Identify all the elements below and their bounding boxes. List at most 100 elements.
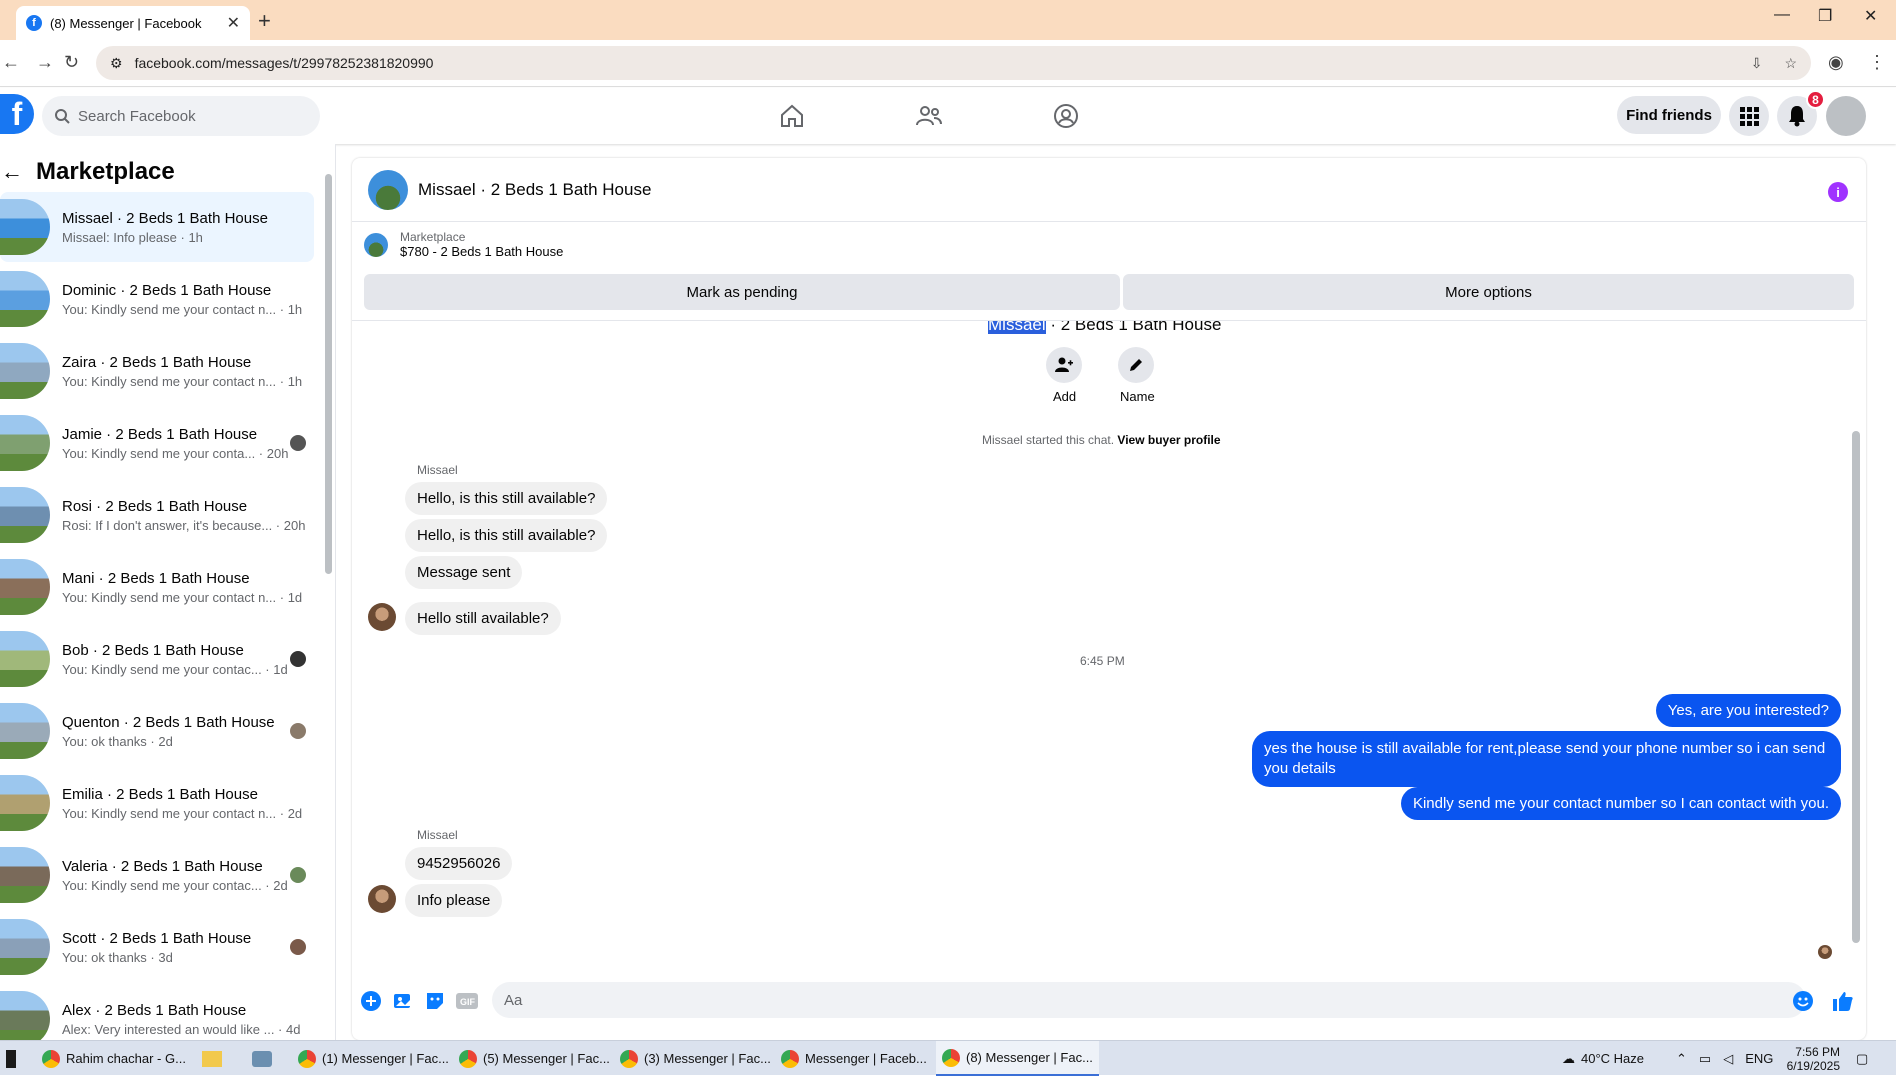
notification-count-badge: 8 bbox=[1806, 90, 1825, 109]
start-icon[interactable] bbox=[0, 1041, 22, 1076]
outgoing-message[interactable]: yes the house is still available for ren… bbox=[1252, 731, 1841, 787]
sidebar-scrollbar[interactable] bbox=[325, 174, 332, 574]
conversation-item[interactable]: Scott · 2 Beds 1 Bath House You: ok thank… bbox=[0, 912, 314, 982]
outgoing-message[interactable]: Kindly send me your contact number so I … bbox=[1400, 787, 1841, 820]
menu-grid-icon[interactable] bbox=[1729, 96, 1769, 136]
find-friends-button[interactable]: Find friends bbox=[1617, 96, 1721, 134]
conversation-name: Rosi · 2 Beds 1 Bath House bbox=[62, 497, 248, 515]
tab-title: (8) Messenger | Facebook bbox=[50, 15, 202, 31]
conversation-item[interactable]: Quenton · 2 Beds 1 Bath House You: ok tha… bbox=[0, 696, 314, 766]
system-tray: ⌃ ▭ ◁ ENG bbox=[1676, 1041, 1773, 1076]
conversation-preview: You: Kindly send me your contac... · 1d bbox=[62, 661, 288, 677]
facebook-logo[interactable]: f bbox=[0, 94, 34, 134]
home-icon[interactable] bbox=[776, 100, 808, 132]
gif-icon[interactable]: GIF bbox=[456, 990, 478, 1012]
omnibox[interactable]: ⚙ facebook.com/messages/t/29978252381820… bbox=[96, 46, 1811, 80]
chat-avatar[interactable] bbox=[368, 169, 408, 210]
conversation-item[interactable]: Dominic · 2 Beds 1 Bath House You: Kindly… bbox=[0, 264, 314, 334]
reload-icon[interactable]: ↻ bbox=[64, 52, 79, 73]
profile-icon[interactable]: ◉ bbox=[1828, 52, 1844, 73]
add-person-icon[interactable] bbox=[1046, 347, 1082, 383]
listing-thumbnail bbox=[0, 991, 50, 1040]
incoming-message[interactable]: Message sent bbox=[405, 556, 523, 589]
outgoing-message[interactable]: Yes, are you interested? bbox=[1655, 694, 1841, 727]
more-options-button[interactable]: More options bbox=[1123, 274, 1854, 310]
incoming-message[interactable]: 9452956026 bbox=[405, 847, 513, 880]
conversation-item[interactable]: Zaira · 2 Beds 1 Bath House You: Kindly s… bbox=[0, 336, 314, 406]
conversation-name: Scott · 2 Beds 1 Bath House bbox=[62, 929, 252, 947]
sticker-icon[interactable] bbox=[424, 990, 446, 1012]
conversation-item[interactable]: Rosi · 2 Beds 1 Bath House Rosi: If I don… bbox=[0, 480, 314, 550]
taskbar-item-label: Rahim chachar - G... bbox=[66, 1051, 186, 1066]
taskbar-item[interactable]: Rahim chachar - G... bbox=[36, 1041, 192, 1076]
view-buyer-profile-link[interactable]: View buyer profile bbox=[1117, 433, 1220, 447]
chrome-icon bbox=[298, 1049, 316, 1068]
browser-tab-active[interactable]: f (8) Messenger | Facebook ✕ bbox=[16, 6, 250, 40]
sender-avatar[interactable] bbox=[368, 885, 396, 913]
taskbar-item[interactable]: (5) Messenger | Fac... bbox=[453, 1041, 616, 1076]
plus-actions-icon[interactable] bbox=[360, 990, 382, 1012]
attach-photo-icon[interactable] bbox=[392, 990, 414, 1012]
network-icon[interactable]: ▭ bbox=[1699, 1051, 1711, 1067]
conversation-info-icon[interactable]: i bbox=[1828, 182, 1848, 202]
conversation-item[interactable]: Alex · 2 Beds 1 Bath House Alex: Very int… bbox=[0, 984, 314, 1040]
sender-avatar[interactable] bbox=[368, 603, 396, 631]
tray-chevron-icon[interactable]: ⌃ bbox=[1676, 1051, 1687, 1067]
chrome-menu-icon[interactable]: ⋮ bbox=[1868, 52, 1886, 73]
volume-icon[interactable]: ◁ bbox=[1723, 1051, 1733, 1067]
conversation-item[interactable]: Bob · 2 Beds 1 Bath House You: Kindly sen… bbox=[0, 624, 314, 694]
window-close-icon[interactable]: ✕ bbox=[1864, 6, 1877, 26]
clock[interactable]: 7:56 PM 6/19/2025 bbox=[1780, 1041, 1840, 1076]
conversation-name: Quenton · 2 Beds 1 Bath House bbox=[62, 713, 275, 731]
incoming-message[interactable]: Hello still available? bbox=[405, 602, 561, 635]
taskbar-item-active[interactable]: (8) Messenger | Fac... bbox=[936, 1041, 1099, 1076]
minimize-icon[interactable]: — bbox=[1774, 6, 1790, 24]
account-avatar[interactable] bbox=[1826, 96, 1866, 136]
edit-name-icon[interactable] bbox=[1118, 347, 1154, 383]
thread-top-title: Missael · 2 Beds 1 Bath House bbox=[988, 321, 1221, 335]
incoming-message[interactable]: Hello, is this still available? bbox=[405, 482, 608, 515]
taskbar-item[interactable]: (3) Messenger | Fac... bbox=[614, 1041, 777, 1076]
taskbar-item-label: (8) Messenger | Fac... bbox=[966, 1050, 1093, 1065]
incoming-message[interactable]: Info please bbox=[405, 884, 503, 917]
weather-widget[interactable]: ☁ 40°C Haze bbox=[1562, 1041, 1644, 1076]
back-arrow-icon[interactable]: ← bbox=[0, 159, 24, 185]
conversation-item[interactable]: Jamie · 2 Beds 1 Bath House You: Kindly s… bbox=[0, 408, 314, 478]
conversation-preview: You: Kindly send me your contact n... · … bbox=[62, 373, 303, 389]
language-indicator[interactable]: ENG bbox=[1745, 1051, 1773, 1066]
new-tab-button[interactable]: + bbox=[258, 8, 271, 34]
listing-summary[interactable]: Marketplace $780 - 2 Beds 1 Bath House bbox=[364, 230, 563, 259]
friends-icon[interactable] bbox=[913, 100, 945, 132]
incoming-message[interactable]: Hello, is this still available? bbox=[405, 519, 608, 552]
conversation-text: Rosi · 2 Beds 1 Bath House Rosi: If I don… bbox=[62, 498, 305, 533]
conversation-item[interactable]: Missael · 2 Beds 1 Bath House Missael: In… bbox=[0, 192, 314, 262]
listing-thumbnail bbox=[0, 343, 50, 399]
conversation-preview: You: ok thanks · 2d bbox=[62, 733, 173, 749]
mark-as-pending-button[interactable]: Mark as pending bbox=[364, 274, 1120, 310]
listing-thumbnail bbox=[364, 232, 388, 257]
taskbar-item[interactable]: (1) Messenger | Fac... bbox=[292, 1041, 455, 1076]
back-icon[interactable]: ← bbox=[2, 52, 20, 73]
chat-title[interactable]: Missael · 2 Beds 1 Bath House bbox=[418, 180, 651, 200]
thread-scrollbar[interactable] bbox=[1852, 431, 1860, 943]
taskbar-item[interactable]: Messenger | Faceb... bbox=[775, 1041, 933, 1076]
close-tab-icon[interactable]: ✕ bbox=[227, 13, 240, 33]
forward-icon[interactable]: → bbox=[36, 52, 54, 73]
conversation-item[interactable]: Mani · 2 Beds 1 Bath House You: Kindly se… bbox=[0, 552, 314, 622]
install-app-icon[interactable]: ⇩ bbox=[1751, 55, 1763, 72]
groups-icon[interactable] bbox=[1050, 100, 1082, 132]
conversation-item[interactable]: Valeria · 2 Beds 1 Bath House You: Kindly… bbox=[0, 840, 314, 910]
message-input[interactable]: Aa bbox=[492, 982, 1806, 1018]
search-facebook-input[interactable]: Search Facebook bbox=[42, 96, 320, 136]
file-explorer-icon[interactable] bbox=[196, 1041, 228, 1076]
like-thumbs-up-icon[interactable] bbox=[1832, 990, 1854, 1012]
conversation-item[interactable]: Emilia · 2 Beds 1 Bath House You: Kindly … bbox=[0, 768, 314, 838]
emoji-icon[interactable] bbox=[1792, 990, 1814, 1012]
site-info-icon[interactable]: ⚙ bbox=[110, 55, 123, 72]
maximize-icon[interactable]: ❐ bbox=[1818, 6, 1832, 26]
notification-center-icon[interactable]: ▢ bbox=[1856, 1041, 1868, 1076]
bookmark-star-icon[interactable]: ☆ bbox=[1784, 55, 1797, 72]
photos-app-icon[interactable] bbox=[246, 1041, 278, 1076]
seen-avatar bbox=[290, 435, 306, 451]
conversation-text: Zaira · 2 Beds 1 Bath House You: Kindly s… bbox=[62, 354, 302, 389]
